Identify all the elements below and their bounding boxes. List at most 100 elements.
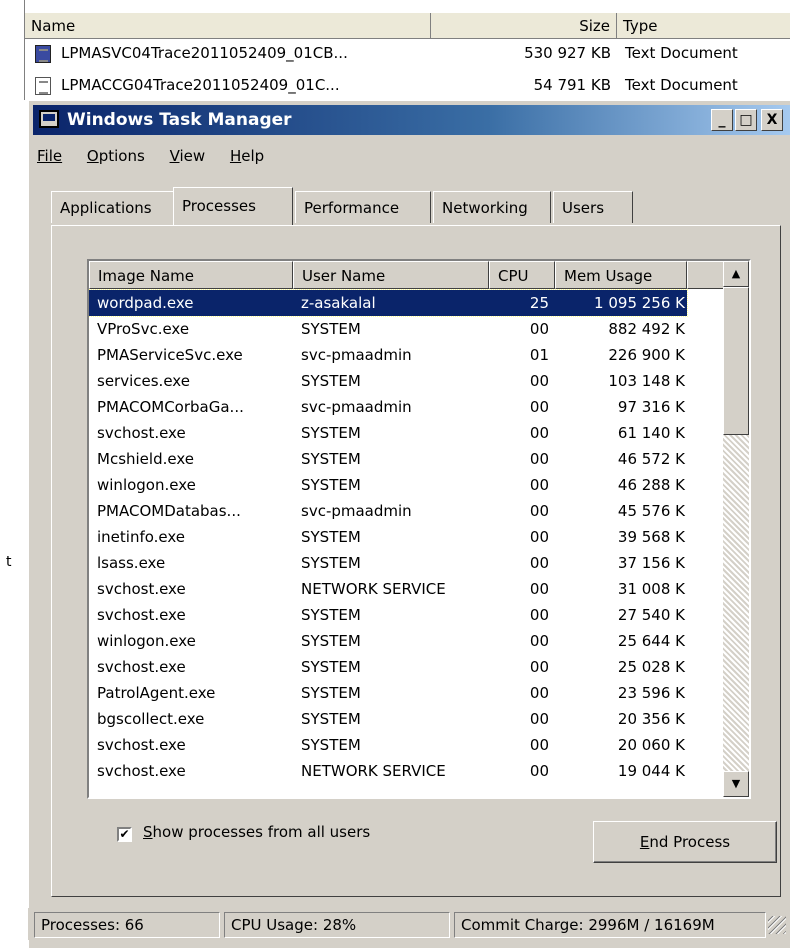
process-mem-usage: 27 540 K	[617, 606, 685, 624]
tab-performance[interactable]: Performance	[295, 191, 431, 223]
process-row[interactable]: winlogon.exe SYSTEM 00 46 288 K	[89, 472, 725, 498]
scroll-down-arrow-icon[interactable]: ▼	[723, 771, 749, 797]
process-cpu: 00	[529, 632, 549, 650]
column-header-mem-usage[interactable]: Mem Usage	[555, 261, 687, 289]
menu-label-rest: ptions	[98, 147, 145, 165]
menu-mnemonic: O	[86, 147, 99, 165]
process-cpu: 00	[529, 554, 549, 572]
background-window-edge: t	[0, 0, 24, 948]
title-bar[interactable]: Windows Task Manager _ □ X	[33, 105, 790, 135]
end-process-text: nd Process	[649, 833, 731, 851]
process-user-name: SYSTEM	[301, 554, 361, 572]
vertical-scrollbar[interactable]: ▲ ▼	[723, 261, 749, 797]
process-image-name: winlogon.exe	[97, 476, 196, 494]
menu-bar: File Options View Help	[33, 143, 280, 169]
tab-users[interactable]: Users	[553, 191, 633, 223]
process-row[interactable]: svchost.exe SYSTEM 00 27 540 K	[89, 602, 725, 628]
menu-view[interactable]: View	[170, 147, 206, 165]
menu-file[interactable]: File	[37, 147, 62, 165]
file-type: Text Document	[625, 76, 738, 94]
menu-mnemonic: H	[229, 147, 242, 165]
process-row[interactable]: svchost.exe SYSTEM 00 61 140 K	[89, 420, 725, 446]
process-row[interactable]: wordpad.exe z-asakalal 25 1 095 256 K	[89, 289, 688, 317]
process-mem-usage: 31 008 K	[617, 580, 685, 598]
process-cpu: 00	[529, 528, 549, 546]
column-header-user-name[interactable]: User Name	[293, 261, 489, 289]
process-user-name: NETWORK SERVICE	[301, 762, 446, 780]
process-cpu: 00	[529, 320, 549, 338]
process-row[interactable]: svchost.exe SYSTEM 00 20 060 K	[89, 732, 725, 758]
process-row[interactable]: PMACOMCorbaGa... svc-pmaadmin 00 97 316 K	[89, 394, 725, 420]
process-image-name: PMAServiceSvc.exe	[97, 346, 243, 364]
process-mem-usage: 97 316 K	[617, 398, 685, 416]
process-mem-usage: 25 644 K	[617, 632, 685, 650]
process-cpu: 00	[529, 658, 549, 676]
menu-help[interactable]: Help	[230, 147, 264, 165]
process-row[interactable]: PMAServiceSvc.exe svc-pmaadmin 01 226 900 K	[89, 342, 725, 368]
process-cpu: 01	[529, 346, 549, 364]
status-processes: Processes: 66	[34, 912, 220, 938]
scrollbar-thumb[interactable]	[723, 287, 749, 435]
process-user-name: NETWORK SERVICE	[301, 580, 446, 598]
process-user-name: SYSTEM	[301, 528, 361, 546]
process-row[interactable]: lsass.exe SYSTEM 00 37 156 K	[89, 550, 725, 576]
process-row[interactable]: PMACOMDatabas... svc-pmaadmin 00 45 576 K	[89, 498, 725, 524]
process-user-name: SYSTEM	[301, 320, 361, 338]
scroll-up-arrow-icon[interactable]: ▲	[723, 261, 749, 287]
process-row[interactable]: PatrolAgent.exe SYSTEM 00 23 596 K	[89, 680, 725, 706]
tab-processes[interactable]: Processes	[173, 187, 293, 225]
process-row[interactable]: bgscollect.exe SYSTEM 00 20 356 K	[89, 706, 725, 732]
process-row[interactable]: svchost.exe NETWORK SERVICE 00 19 044 K	[89, 758, 725, 784]
process-row[interactable]: winlogon.exe SYSTEM 00 25 644 K	[89, 628, 725, 654]
process-row[interactable]: svchost.exe SYSTEM 00 25 028 K	[89, 654, 725, 680]
process-mem-usage: 37 156 K	[617, 554, 685, 572]
maximize-button[interactable]: □	[735, 109, 757, 131]
process-cpu: 00	[529, 372, 549, 390]
tab-networking[interactable]: Networking	[433, 191, 551, 223]
process-image-name: PatrolAgent.exe	[97, 684, 216, 702]
monitor-icon	[39, 110, 59, 128]
status-commit-charge: Commit Charge: 2996M / 16169M	[454, 912, 766, 938]
file-type: Text Document	[625, 44, 738, 62]
menu-label-rest: elp	[241, 147, 265, 165]
column-header-cpu[interactable]: CPU	[489, 261, 555, 289]
process-list[interactable]: Image Name User Name CPU Mem Usage wordp…	[87, 259, 751, 799]
process-row[interactable]: Mcshield.exe SYSTEM 00 46 572 K	[89, 446, 725, 472]
process-cpu: 00	[529, 684, 549, 702]
process-cpu: 00	[529, 398, 549, 416]
close-button[interactable]: X	[761, 109, 783, 131]
process-mem-usage: 45 576 K	[617, 502, 685, 520]
process-cpu: 25	[529, 294, 549, 312]
process-mem-usage: 61 140 K	[617, 424, 685, 442]
process-row[interactable]: services.exe SYSTEM 00 103 148 K	[89, 368, 725, 394]
file-row[interactable]: LPMACCG04Trace2011052409_01C... 54 791 K…	[25, 72, 790, 98]
resize-grip-icon[interactable]	[768, 916, 786, 934]
explorer-header: Name Size Type	[25, 13, 790, 39]
process-mem-usage: 20 060 K	[617, 736, 685, 754]
process-mem-usage: 1 095 256 K	[594, 294, 685, 312]
file-row[interactable]: LPMASVC04Trace2011052409_01CB... 530 927…	[25, 40, 790, 66]
column-header-image-name[interactable]: Image Name	[89, 261, 293, 289]
end-process-button[interactable]: End Process	[593, 821, 777, 863]
column-header-size[interactable]: Size	[431, 13, 617, 39]
process-image-name: PMACOMDatabas...	[97, 502, 241, 520]
process-row[interactable]: svchost.exe NETWORK SERVICE 00 31 008 K	[89, 576, 725, 602]
show-all-users-checkbox[interactable]: ✔	[117, 827, 132, 842]
minimize-button[interactable]: _	[711, 109, 733, 131]
process-mem-usage: 20 356 K	[617, 710, 685, 728]
process-user-name: SYSTEM	[301, 372, 361, 390]
column-header-name[interactable]: Name	[25, 13, 431, 39]
file-size: 530 927 KB	[524, 44, 611, 62]
process-row[interactable]: VProSvc.exe SYSTEM 00 882 492 K	[89, 316, 725, 342]
menu-options[interactable]: Options	[87, 147, 145, 165]
process-mem-usage: 23 596 K	[617, 684, 685, 702]
text-file-icon	[35, 77, 51, 95]
process-image-name: svchost.exe	[97, 736, 186, 754]
process-user-name: SYSTEM	[301, 684, 361, 702]
show-all-users-label[interactable]: Show processes from all users	[143, 823, 370, 841]
column-header-type[interactable]: Type	[617, 13, 790, 39]
process-user-name: svc-pmaadmin	[301, 398, 412, 416]
process-row[interactable]: inetinfo.exe SYSTEM 00 39 568 K	[89, 524, 725, 550]
tab-applications[interactable]: Applications	[51, 191, 175, 223]
process-image-name: lsass.exe	[97, 554, 166, 572]
